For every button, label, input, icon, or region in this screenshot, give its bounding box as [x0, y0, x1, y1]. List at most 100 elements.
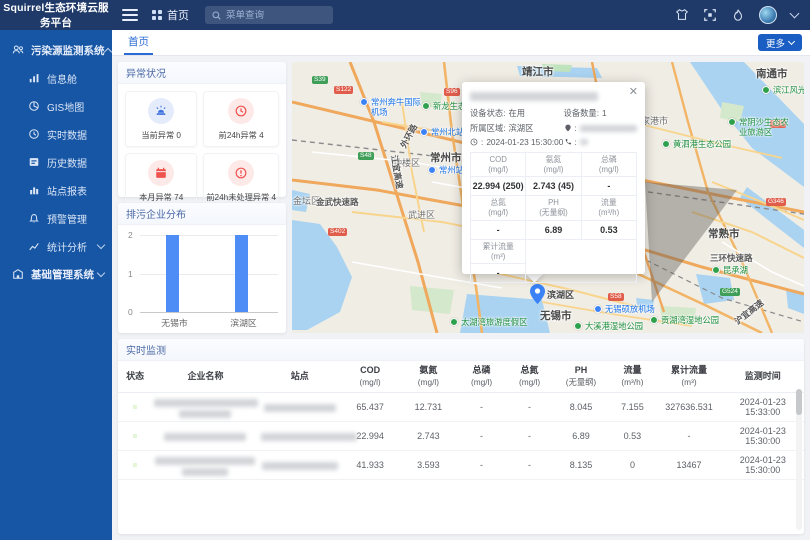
hamburger-menu-icon[interactable]: [122, 9, 138, 21]
road-badge: S48: [358, 152, 374, 160]
road-badge: G524: [720, 288, 740, 296]
metric-name: 流量: [601, 198, 617, 207]
alarm-bell-icon: [28, 212, 40, 224]
sidebar-item-label: 站点报表: [47, 183, 104, 198]
road-badge: S96: [444, 88, 460, 96]
device-count-value: 1: [602, 108, 607, 118]
chart-bar[interactable]: [235, 235, 248, 312]
y-axis-tick: 1: [128, 269, 133, 279]
redacted-company-name: [182, 468, 228, 476]
map-poi-label: 太湖湾旅游度假区: [461, 318, 527, 328]
monitor-system-icon: [12, 44, 24, 56]
road-badge: S122: [334, 86, 353, 94]
redacted-site-name: [261, 433, 357, 441]
card-current-abnormal[interactable]: 当前异常 0: [125, 91, 197, 147]
metric-value: -: [581, 177, 636, 196]
park-poi-icon: [762, 86, 770, 94]
clock-alert-icon: [234, 104, 248, 118]
card-24h-abnormal[interactable]: 前24h异常 4: [203, 91, 279, 147]
abnormal-panel-title: 异常状况: [118, 62, 286, 84]
device-status-value: 在用: [509, 107, 526, 119]
siren-icon: [154, 104, 168, 118]
map-label-city: 无锡市: [540, 308, 572, 323]
table-row[interactable]: 41.933 3.593 - - 8.135 0 13467 2024-01-2…: [118, 451, 804, 480]
theme-skin-icon[interactable]: [675, 8, 689, 22]
gis-map-icon: [28, 100, 40, 112]
sidebar-section-pollution-monitor[interactable]: 污染源监测系统: [0, 36, 112, 64]
sidebar-item-alert-manage[interactable]: 预警管理: [0, 204, 112, 232]
map-label-road: 三环快速路: [710, 252, 753, 264]
device-info-popup: ✕ 设备状态: 在用 设备数量: 1 所属区域: 滨湖区 : :2024-01-…: [462, 82, 645, 274]
table-scrollbar[interactable]: [796, 389, 802, 530]
sidebar-item-gis-map[interactable]: GIS地图: [0, 92, 112, 120]
metric-value: 6.89: [526, 220, 581, 239]
sidebar-item-statistics[interactable]: 统计分析: [0, 232, 112, 260]
sidebar: 污染源监测系统 信息舱 GIS地图 实时数据 历史数据 站点报表 预警管理 统计…: [0, 30, 112, 540]
map-label-city: 南通市: [756, 66, 788, 81]
card-value: 4: [271, 193, 276, 202]
topbar-actions: [675, 6, 810, 24]
metric-name: 累计流量: [483, 242, 514, 251]
sidebar-item-label: 实时数据: [47, 127, 104, 142]
y-axis-tick: 2: [128, 230, 133, 240]
redacted-company-name: [179, 410, 231, 418]
more-button[interactable]: 更多: [758, 34, 802, 51]
monitor-panel-title: 实时监测: [118, 339, 804, 361]
fullscreen-icon[interactable]: [703, 8, 717, 22]
table-row[interactable]: 65.437 12.731 - - 8.045 7.155 327636.531…: [118, 393, 804, 422]
metric-name: 总磷: [601, 155, 617, 164]
apps-grid-icon: [152, 10, 162, 20]
map-poi-label: 贡湖湾湿地公园: [661, 316, 719, 326]
info-cabin-icon: [28, 72, 40, 84]
colon: :: [575, 137, 577, 147]
topbar-home-link[interactable]: 首页: [152, 7, 189, 23]
table-row[interactable]: 22.994 2.743 - - 6.89 0.53 - 2024-01-23 …: [118, 422, 804, 451]
sidebar-item-station-report[interactable]: 站点报表: [0, 176, 112, 204]
device-region-label: 所属区域:: [470, 122, 506, 134]
metric-name: COD: [490, 155, 507, 164]
map-label-city: 常熟市: [708, 226, 740, 241]
monitor-table: 状态 企业名称 站点 COD(mg/l) 氨氮(mg/l) 总磷(mg/l) 总…: [118, 361, 804, 480]
menu-search[interactable]: [205, 6, 333, 24]
card-value: 0: [176, 131, 181, 140]
sidebar-item-label: 信息舱: [47, 71, 104, 86]
redacted-company-name: [470, 92, 598, 101]
road-badge: S39: [312, 76, 328, 84]
airport-poi-icon: [594, 305, 602, 313]
device-count-label: 设备数量:: [564, 107, 600, 119]
park-poi-icon: [422, 102, 430, 110]
metric-unit: (m³/h): [598, 208, 619, 217]
metric-name: 氨氮: [546, 155, 562, 164]
train-station-poi-icon: [420, 128, 428, 136]
sidebar-item-label: GIS地图: [47, 99, 104, 114]
user-menu-chevron-down-icon[interactable]: [790, 9, 800, 19]
pin-district-label: 滨湖区: [547, 288, 574, 301]
metric-unit: (mg/l): [488, 165, 508, 174]
tab-home[interactable]: 首页: [124, 30, 153, 55]
card-month-abnormal[interactable]: 本月异常 74: [125, 153, 197, 209]
user-avatar[interactable]: [759, 6, 777, 24]
flame-icon[interactable]: [731, 8, 745, 22]
x-axis-labels: 无锡市 滨湖区: [140, 316, 278, 329]
sidebar-item-history-data[interactable]: 历史数据: [0, 148, 112, 176]
colon: :: [481, 137, 483, 147]
line-chart-icon: [28, 240, 40, 252]
sidebar-section-base-manage[interactable]: 基础管理系统: [0, 260, 112, 288]
more-button-label: 更多: [766, 36, 785, 50]
table-scrollbar-thumb[interactable]: [796, 389, 802, 415]
map-poi-label: 无锡硕放机场: [605, 305, 655, 315]
gis-map-view[interactable]: S122 S39 S96 G42 S48 S402 S58 G524 S19 G…: [292, 62, 804, 333]
menu-search-input[interactable]: [226, 10, 326, 21]
redacted-site-name: [262, 462, 338, 470]
map-label-district: 武进区: [408, 208, 435, 221]
popup-close-icon[interactable]: ✕: [629, 87, 638, 98]
airport-poi-icon: [360, 98, 368, 106]
card-24h-unhandled-abnormal[interactable]: 前24h未处理异常 4: [203, 153, 279, 209]
device-location-pin[interactable]: [530, 284, 545, 304]
abnormal-status-panel: 异常状况 当前异常 0 前24h异常 4 本月异常 74 前24h未处理异常 4: [118, 62, 286, 197]
chart-bar[interactable]: [166, 235, 179, 312]
sidebar-item-realtime-data[interactable]: 实时数据: [0, 120, 112, 148]
sidebar-item-info-cabin[interactable]: 信息舱: [0, 64, 112, 92]
map-poi-label: 大溪港湿地公园: [585, 322, 643, 332]
calendar-icon: [154, 166, 168, 180]
